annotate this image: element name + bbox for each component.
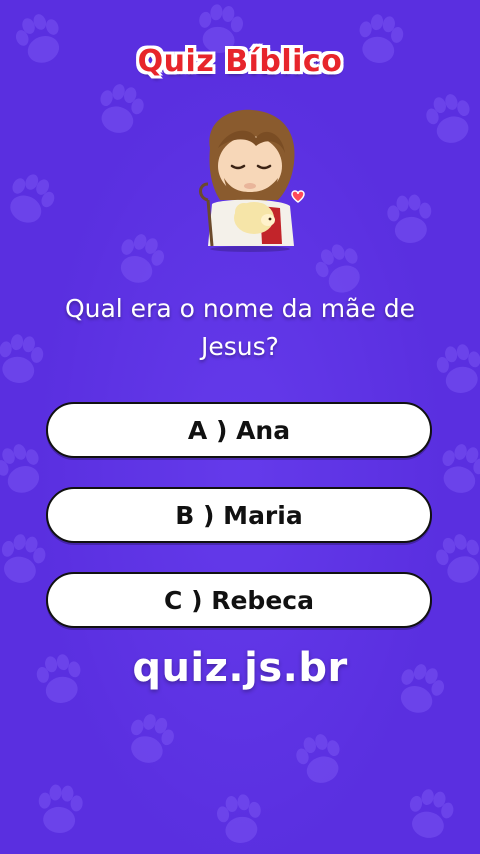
answer-option-a[interactable]: A ) Ana — [46, 402, 432, 458]
paw-icon — [36, 783, 85, 835]
watermark-text: quiz.js.br — [132, 645, 348, 691]
paw-icon — [292, 730, 348, 788]
paw-icon — [214, 792, 265, 846]
paw-icon — [121, 709, 179, 769]
answer-option-b-label: B ) Maria — [175, 500, 303, 530]
paw-icon — [0, 530, 49, 588]
paw-icon — [434, 440, 480, 498]
answer-option-a-label: A ) Ana — [187, 415, 291, 445]
paw-icon — [0, 438, 49, 500]
answer-option-c[interactable]: C ) Rebeca — [46, 572, 432, 628]
paw-icon — [422, 90, 478, 148]
paw-icon — [403, 785, 457, 843]
page-title: Quiz Bíblico — [137, 44, 343, 79]
paw-icon — [0, 168, 61, 231]
paw-icon — [385, 193, 434, 245]
answer-option-c-label: C ) Rebeca — [164, 585, 314, 615]
paw-icon — [433, 341, 480, 397]
paw-icon — [111, 228, 170, 290]
question-text: Qual era o nome da mãe de Jesus? — [64, 294, 416, 361]
answer-option-b[interactable]: B ) Maria — [46, 487, 432, 543]
paw-icon — [92, 80, 148, 138]
jesus-mascot-illustration — [199, 109, 305, 252]
paw-icon — [431, 529, 480, 589]
